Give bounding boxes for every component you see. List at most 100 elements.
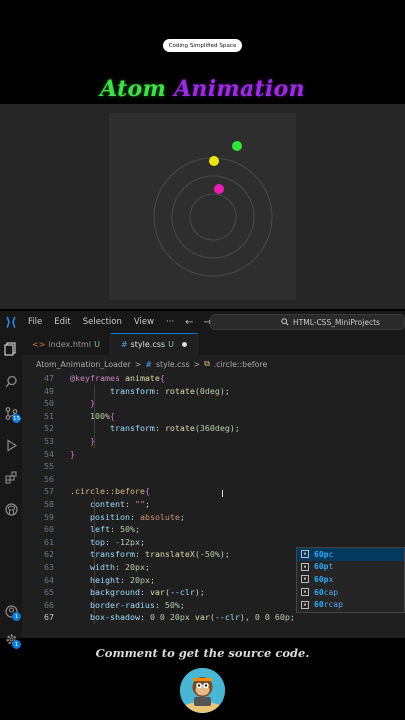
tab-style-css[interactable]: # style.css U: [110, 333, 198, 355]
code-token: top: [89, 536, 105, 547]
code-token: :: [154, 599, 165, 610]
code-token: );: [219, 549, 230, 560]
code-token: background: [89, 587, 140, 598]
line-number: 62: [44, 549, 54, 560]
github-icon[interactable]: [3, 501, 19, 517]
unsaved-dot-icon[interactable]: [181, 342, 187, 347]
source-control-icon[interactable]: 15: [3, 405, 21, 423]
code-line[interactable]: 55: [22, 460, 405, 473]
code-text: position: absolute;: [70, 511, 185, 524]
code-line[interactable]: 52 transform: rotate(360deg);: [22, 422, 405, 435]
code-token: 360deg: [199, 423, 230, 434]
css-file-icon: #: [120, 340, 128, 349]
suggestion-item[interactable]: ▪ 60pt: [297, 561, 404, 574]
code-token: ;: [144, 498, 150, 509]
code-token: }: [89, 398, 95, 409]
code-line[interactable]: 53 }: [22, 434, 405, 448]
command-center[interactable]: HTML-CSS_MiniProjects: [210, 314, 405, 330]
breadcrumb-separator: >: [134, 359, 142, 369]
keyword-icon: ▪: [301, 550, 309, 559]
activity-bar: 15 1 1: [0, 333, 22, 649]
suggestion-label: 60pc: [314, 549, 334, 559]
code-token: ;: [139, 536, 145, 547]
line-number: 65: [44, 587, 54, 598]
code-token: --clr: [169, 587, 195, 598]
breadcrumb-folder[interactable]: Atom_Animation_Loader: [36, 360, 131, 369]
line-number: 53: [44, 435, 54, 446]
code-line[interactable]: 67 box-shadow: 0 0 20px var(--clr), 0 0 …: [22, 611, 405, 624]
suggestion-item[interactable]: ▪ 60rcap: [297, 598, 404, 611]
code-token: }: [89, 435, 95, 446]
code-text: border-radius: 50%;: [70, 599, 185, 612]
menu-more[interactable]: ···: [160, 317, 180, 327]
settings-gear-icon[interactable]: 1: [3, 631, 21, 649]
code-text: transform: rotate(0deg);: [70, 385, 230, 398]
code-line[interactable]: 59 position: absolute;: [22, 510, 405, 524]
orbit-graphic: [153, 141, 273, 277]
back-arrow-icon[interactable]: ←: [180, 317, 198, 328]
code-token: transform: [89, 549, 135, 560]
tab-status: U: [94, 339, 100, 349]
video-title: Atom Animation: [0, 76, 405, 102]
suggestion-item[interactable]: ▪ 60pc: [297, 548, 404, 561]
breadcrumb-symbol[interactable]: .circle::before: [214, 360, 268, 369]
code-token: );: [194, 587, 205, 598]
accounts-icon[interactable]: 1: [3, 603, 21, 621]
code-token: :: [124, 498, 135, 509]
mouse-cursor-icon: I: [221, 489, 224, 500]
call-to-action-text: Comment to get the source code.: [95, 646, 310, 660]
menu-edit[interactable]: Edit: [48, 317, 76, 327]
suggestion-item[interactable]: ▪ 60px: [297, 573, 404, 586]
tab-index-html[interactable]: <> index.html U: [22, 333, 111, 355]
line-number: 50: [44, 398, 54, 409]
code-line[interactable]: 50 }: [22, 397, 405, 410]
menu-view[interactable]: View: [128, 317, 160, 327]
title-word-animation: Animation: [174, 76, 305, 102]
code-line[interactable]: 60 left: 50%;: [22, 523, 405, 536]
code-token: :: [109, 524, 120, 535]
code-line[interactable]: 47 @keyframes animate{: [22, 372, 405, 385]
code-token: 0 0 60p: [254, 612, 290, 623]
search-icon: [281, 318, 289, 326]
css-file-icon: #: [145, 359, 152, 369]
code-text: 100%{: [70, 410, 115, 423]
keyword-icon: ▪: [301, 562, 309, 571]
line-number: 55: [44, 461, 54, 472]
keyword-icon: ▪: [301, 575, 309, 584]
menu-selection[interactable]: Selection: [77, 317, 128, 327]
code-token: :: [119, 574, 130, 585]
code-line[interactable]: 54}: [22, 448, 405, 461]
breadcrumb-file[interactable]: style.css: [156, 360, 190, 369]
run-debug-icon[interactable]: [3, 437, 19, 453]
line-number: 59: [44, 511, 54, 522]
green-atom-dot: [232, 141, 242, 151]
code-token: border-radius: [89, 599, 155, 610]
line-number: 66: [44, 599, 54, 610]
code-text: box-shadow: 0 0 20px var(--clr), 0 0 60p…: [70, 611, 295, 624]
code-line[interactable]: 49 transform: rotate(0deg);: [22, 384, 405, 398]
suggestion-item[interactable]: ▪ 60cap: [297, 586, 404, 599]
code-line[interactable]: 51 100%{: [22, 409, 405, 423]
code-token: :: [154, 385, 165, 396]
explorer-icon[interactable]: [3, 341, 19, 357]
code-token: ;: [289, 612, 295, 623]
extensions-icon[interactable]: [3, 469, 19, 485]
accounts-badge: 1: [12, 612, 21, 621]
menu-file[interactable]: File: [22, 317, 48, 327]
tab-label: style.css: [130, 340, 166, 349]
code-token: transform: [109, 423, 155, 434]
code-token: :: [104, 536, 115, 547]
code-token: transform: [109, 385, 155, 396]
code-line[interactable]: 58 content: "";: [22, 497, 405, 511]
code-text: left: 50%;: [70, 523, 140, 536]
code-token: ),: [239, 612, 255, 623]
code-line[interactable]: 57 .circle::before{: [22, 485, 405, 498]
search-icon[interactable]: [3, 373, 19, 389]
editor-tabs: <> index.html U # style.css U: [22, 333, 405, 355]
code-line[interactable]: 56: [22, 473, 405, 486]
